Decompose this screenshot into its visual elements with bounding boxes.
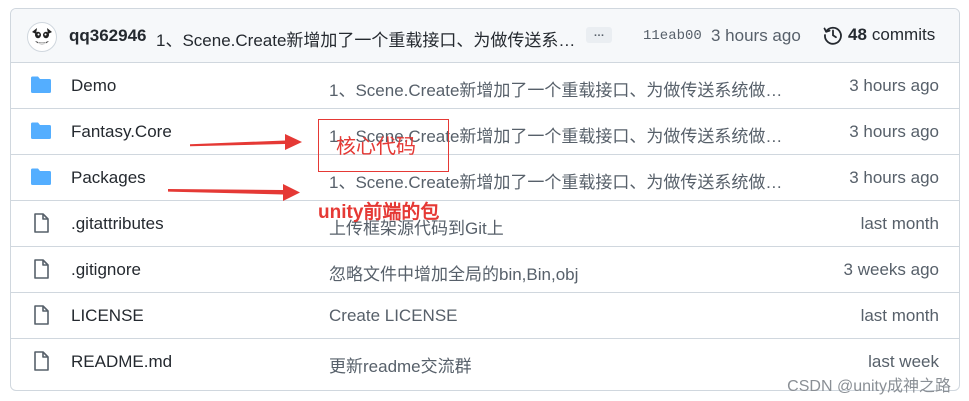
file-age: last month	[860, 306, 939, 325]
file-name-link[interactable]: .gitattributes	[71, 214, 164, 234]
file-name-link[interactable]: Demo	[71, 76, 116, 96]
file-row-license[interactable]: LICENSE Create LICENSE last month	[11, 292, 959, 337]
file-age: 3 weeks ago	[843, 260, 939, 279]
commits-count: 48	[848, 25, 867, 44]
file-age: 3 hours ago	[849, 122, 939, 141]
file-icon	[30, 213, 52, 233]
csdn-watermark: CSDN @unity成神之路	[787, 378, 951, 395]
latest-commit-bar: qq362946 1、Scene.Create新增加了一个重载接口、为做传送系统…	[11, 9, 959, 63]
annotation-core-label: 核心代码	[336, 136, 416, 158]
file-icon	[30, 351, 52, 371]
file-commit-message-link[interactable]: 更新readme交流群	[329, 352, 787, 377]
author-avatar[interactable]	[27, 22, 57, 52]
file-commit-message-link[interactable]: 忽略文件中增加全局的bin,Bin,obj	[329, 260, 787, 285]
file-row-gitignore[interactable]: .gitignore 忽略文件中增加全局的bin,Bin,obj 3 weeks…	[11, 246, 959, 291]
commits-label: commits	[871, 25, 936, 44]
folder-icon	[30, 121, 52, 141]
file-commit-message-link[interactable]: 1、Scene.Create新增加了一个重载接口、为做传送系统做准备	[329, 76, 787, 101]
file-age: last month	[860, 214, 939, 233]
file-name-link[interactable]: README.md	[71, 352, 172, 372]
file-browser-panel: qq362946 1、Scene.Create新增加了一个重载接口、为做传送系统…	[10, 8, 960, 391]
file-name-link[interactable]: LICENSE	[71, 306, 144, 326]
annotation-unity-label: unity前端的包	[318, 202, 440, 223]
file-name-link[interactable]: .gitignore	[71, 260, 141, 280]
commit-sha-link[interactable]: 11eab00	[643, 28, 702, 44]
file-icon	[30, 305, 52, 325]
history-icon	[823, 26, 842, 45]
commit-time: 3 hours ago	[711, 26, 801, 45]
file-row-demo[interactable]: Demo 1、Scene.Create新增加了一个重载接口、为做传送系统做准备 …	[11, 63, 959, 108]
file-name-link[interactable]: Fantasy.Core	[71, 122, 172, 142]
commit-message-link[interactable]: 1、Scene.Create新增加了一个重载接口、为做传送系统做准备	[156, 26, 581, 51]
folder-icon	[30, 167, 52, 187]
commits-history-link[interactable]: 48 commits	[823, 23, 935, 47]
commit-author-link[interactable]: qq362946	[69, 26, 147, 46]
file-row-packages[interactable]: Packages 1、Scene.Create新增加了一个重载接口、为做传送系统…	[11, 154, 959, 199]
expand-commit-button[interactable]: …	[586, 27, 612, 43]
file-row-fantasy-core[interactable]: Fantasy.Core 1、Scene.Create新增加了一个重载接口、为做…	[11, 108, 959, 153]
file-age: 3 hours ago	[849, 168, 939, 187]
file-age: 3 hours ago	[849, 76, 939, 95]
file-age: last week	[868, 352, 939, 371]
file-row-gitattributes[interactable]: .gitattributes 上传框架源代码到Git上 last month	[11, 200, 959, 245]
folder-icon	[30, 75, 52, 95]
file-commit-message-link[interactable]: Create LICENSE	[329, 306, 787, 326]
file-icon	[30, 259, 52, 279]
file-name-link[interactable]: Packages	[71, 168, 146, 188]
